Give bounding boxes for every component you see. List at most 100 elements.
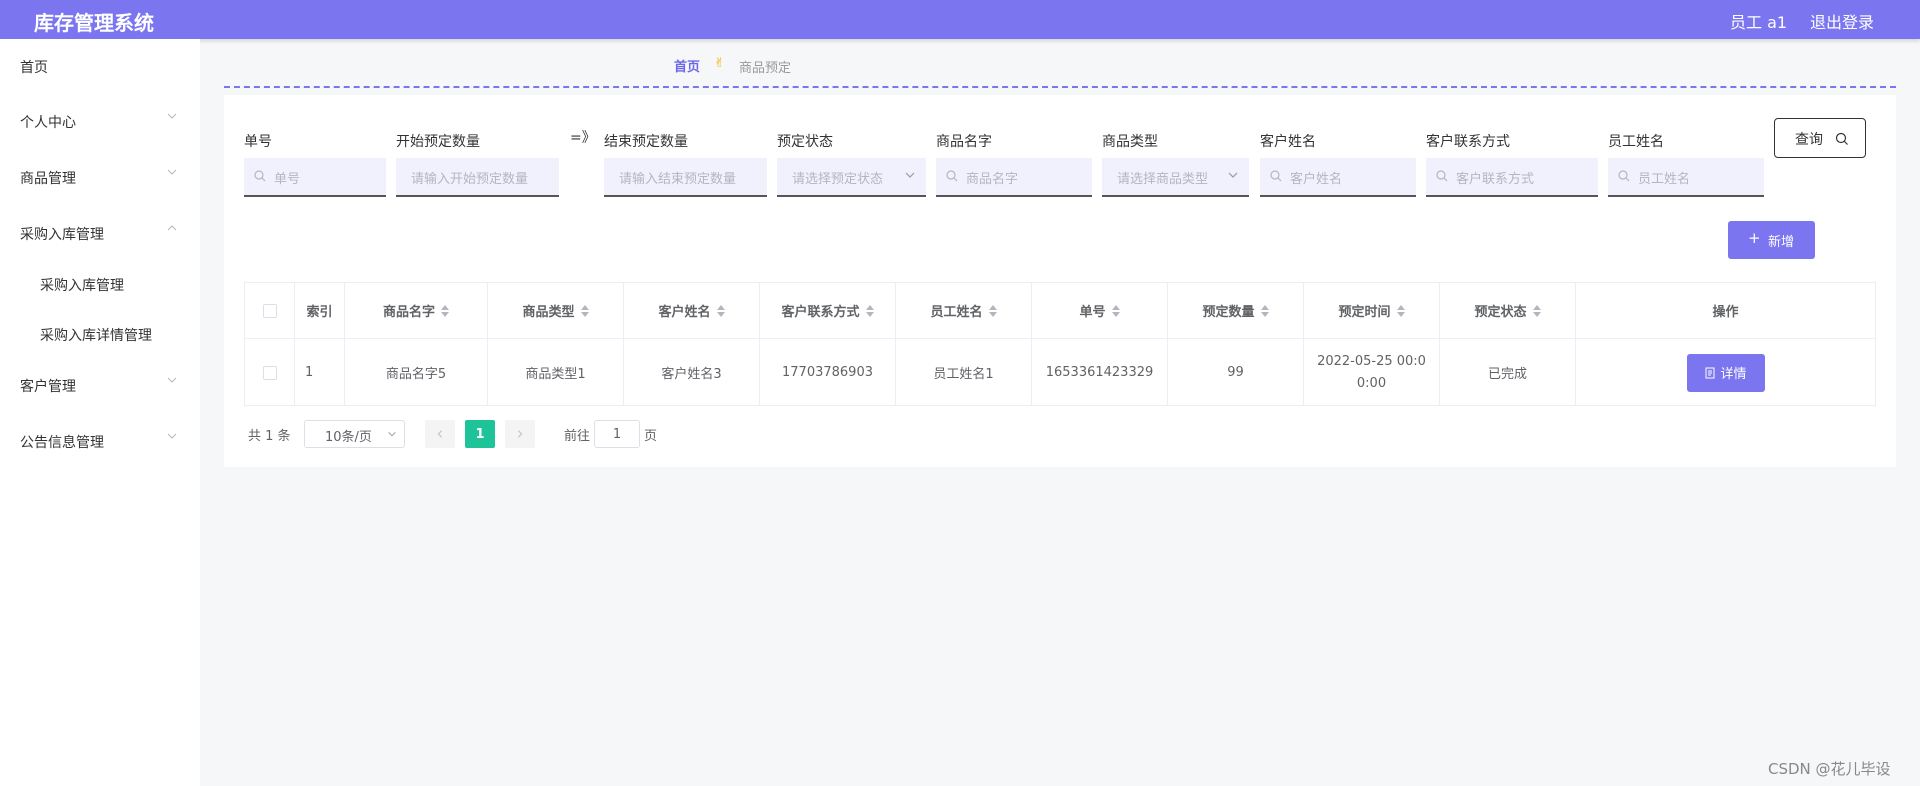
search-icon <box>946 170 958 182</box>
customer-contact-input[interactable]: 客户联系方式 <box>1426 158 1598 197</box>
sort-icon[interactable] <box>580 304 589 317</box>
sidebar-item-home[interactable]: 首页 <box>0 47 200 87</box>
sidebar-item-label: 公告信息管理 <box>20 435 104 451</box>
page-size-select[interactable]: 10条/页 <box>304 420 405 448</box>
column-header-label: 商品名字 <box>382 305 435 320</box>
prev-page-button[interactable] <box>425 420 455 448</box>
document-icon <box>1705 367 1715 378</box>
sidebar-item-label: 首页 <box>20 60 48 76</box>
chevron-down-icon <box>388 431 396 437</box>
data-table: 索引 商品名字 商品类型 客户姓名 客户联系方式 员工姓名 单号 预定数量 预定… <box>244 282 1876 406</box>
sidebar-item-purchase-manage[interactable]: 采购入库管理 <box>0 265 200 305</box>
chevron-down-icon <box>167 169 177 175</box>
column-header[interactable]: 员工姓名 <box>896 283 1032 338</box>
filter-label-product-name: 商品名字 <box>936 134 992 150</box>
sort-icon[interactable] <box>441 304 449 317</box>
status-placeholder: 请选择预定状态 <box>792 172 884 187</box>
filter-label-status: 预定状态 <box>777 134 833 150</box>
table-cell: 17703786903 <box>760 338 896 406</box>
filter-label-customer-name: 客户姓名 <box>1260 134 1316 150</box>
sidebar-item-label: 商品管理 <box>20 171 76 187</box>
add-button[interactable]: + 新增 <box>1728 221 1815 259</box>
product-type-placeholder: 请选择商品类型 <box>1117 172 1209 187</box>
breadcrumb-current: 商品预定 <box>739 61 792 76</box>
chevron-down-icon <box>1228 172 1238 178</box>
column-header[interactable]: 预定时间 <box>1304 283 1440 338</box>
column-header-label: 操作 <box>1712 305 1739 320</box>
product-type-select[interactable]: 请选择商品类型 <box>1102 158 1249 197</box>
product-name-input[interactable]: 商品名字 <box>936 158 1092 197</box>
column-header[interactable]: 预定状态 <box>1440 283 1576 338</box>
page-number-current[interactable]: 1 <box>465 420 495 448</box>
sidebar-item-profile[interactable]: 个人中心 <box>0 102 200 142</box>
top-bar: 库存管理系统 员工 a1 退出登录 <box>0 0 1920 39</box>
sidebar-item-label: 采购入库管理 <box>20 227 104 243</box>
table-cell: 已完成 <box>1440 338 1576 406</box>
chevron-up-icon <box>167 225 177 231</box>
range-separator: =》 <box>570 130 596 146</box>
sidebar-item-products[interactable]: 商品管理 <box>0 158 200 198</box>
column-header[interactable]: 单号 <box>1032 283 1168 338</box>
table-cell: 客户姓名3 <box>624 338 760 406</box>
sort-icon[interactable] <box>1396 304 1405 317</box>
next-page-button[interactable] <box>505 420 535 448</box>
sort-icon[interactable] <box>716 304 725 317</box>
column-header-label: 索引 <box>306 305 333 320</box>
search-button-label: 查询 <box>1795 132 1823 148</box>
sort-icon[interactable] <box>1260 304 1269 317</box>
start-qty-input[interactable]: 请输入开始预定数量 <box>396 158 559 197</box>
column-header-label: 单号 <box>1079 305 1106 320</box>
column-header[interactable]: 商品名字 <box>345 283 488 338</box>
search-icon <box>254 170 266 182</box>
select-all-checkbox[interactable] <box>262 303 277 318</box>
sidebar-item-purchase-detail[interactable]: 采购入库详情管理 <box>0 315 200 355</box>
search-icon <box>1618 170 1630 182</box>
status-select[interactable]: 请选择预定状态 <box>777 158 926 197</box>
detail-button-label: 详情 <box>1720 367 1747 382</box>
end-qty-placeholder: 请输入结束预定数量 <box>619 172 737 187</box>
chevron-down-icon <box>167 377 177 383</box>
sidebar-item-notices[interactable]: 公告信息管理 <box>0 422 200 462</box>
app-title: 库存管理系统 <box>34 11 154 35</box>
filter-label-end-qty: 结束预定数量 <box>604 134 688 150</box>
pagination-total: 共 1 条 <box>248 429 291 444</box>
table-cell: 99 <box>1168 338 1304 406</box>
plus-icon: + <box>1748 229 1761 247</box>
column-header[interactable]: 客户姓名 <box>624 283 760 338</box>
column-header-label: 商品类型 <box>522 305 575 320</box>
end-qty-input[interactable]: 请输入结束预定数量 <box>604 158 767 197</box>
breadcrumb-home[interactable]: 首页 <box>674 60 700 75</box>
column-header-label: 预定数量 <box>1202 305 1255 320</box>
filter-label-product-type: 商品类型 <box>1102 134 1158 150</box>
employee-name-placeholder: 员工姓名 <box>1638 172 1691 187</box>
sort-icon[interactable] <box>865 304 874 317</box>
employee-name-input[interactable]: 员工姓名 <box>1608 158 1764 197</box>
column-header-label: 客户姓名 <box>658 305 711 320</box>
goto-page-input[interactable]: 1 <box>594 420 640 448</box>
select-all-cell <box>245 283 295 338</box>
order-no-input[interactable]: 单号 <box>244 158 386 197</box>
detail-button[interactable]: 详情 <box>1686 353 1765 392</box>
filter-label-order-no: 单号 <box>244 134 272 150</box>
goto-prefix: 前往 <box>564 429 591 444</box>
logout-link[interactable]: 退出登录 <box>1810 9 1874 33</box>
sort-icon[interactable] <box>1532 304 1541 317</box>
filter-label-customer-contact: 客户联系方式 <box>1426 134 1510 150</box>
customer-name-input[interactable]: 客户姓名 <box>1260 158 1416 197</box>
search-button[interactable]: 查询 <box>1774 118 1866 158</box>
product-name-placeholder: 商品名字 <box>966 172 1019 187</box>
column-header[interactable]: 预定数量 <box>1168 283 1304 338</box>
goto-suffix: 页 <box>644 429 658 444</box>
sidebar-item-customers[interactable]: 客户管理 <box>0 366 200 406</box>
search-icon <box>1835 132 1848 145</box>
sidebar-item-label: 个人中心 <box>20 115 76 131</box>
sidebar-item-purchase[interactable]: 采购入库管理 <box>0 214 200 254</box>
column-header[interactable]: 客户联系方式 <box>760 283 896 338</box>
sort-icon[interactable] <box>988 304 997 317</box>
chevron-down-icon <box>167 433 177 439</box>
row-checkbox[interactable] <box>262 365 277 380</box>
hand-icon: ✌ <box>714 56 725 71</box>
sort-icon[interactable] <box>1111 304 1120 317</box>
customer-name-placeholder: 客户姓名 <box>1290 172 1343 187</box>
column-header[interactable]: 商品类型 <box>488 283 624 338</box>
